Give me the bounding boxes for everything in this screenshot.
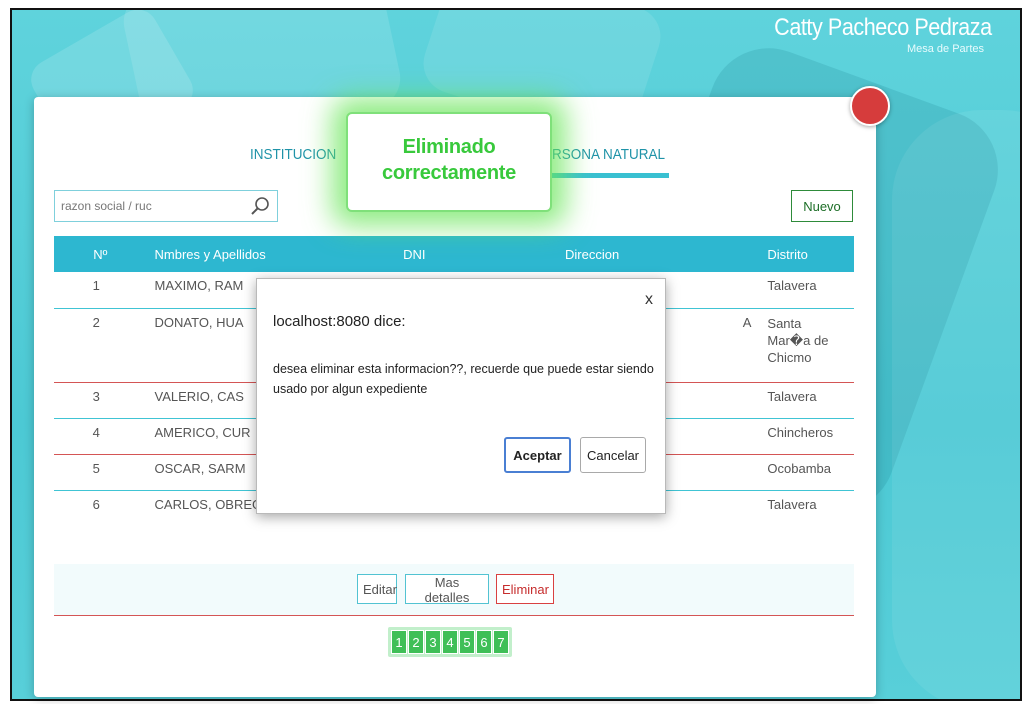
cell-number: 2 <box>54 308 147 383</box>
active-tab-indicator <box>539 173 669 178</box>
confirm-dialog: x localhost:8080 dice: desea eliminar es… <box>256 278 666 514</box>
column-header-name: Nmbres y Apellidos <box>146 236 396 272</box>
search-box <box>54 190 278 222</box>
close-icon[interactable]: x <box>645 291 653 309</box>
search-input[interactable] <box>55 191 245 221</box>
row-actions: Editar Mas detalles Eliminar <box>54 564 854 616</box>
page-button-5[interactable]: 5 <box>459 630 475 654</box>
new-button[interactable]: Nuevo <box>791 190 853 222</box>
column-header-dni: DNI <box>395 236 558 272</box>
page-button-6[interactable]: 6 <box>476 630 492 654</box>
cancel-button[interactable]: Cancelar <box>580 437 646 473</box>
cell-district: Talavera <box>759 272 854 309</box>
dialog-message: desea eliminar esta informacion??, recue… <box>273 362 654 396</box>
cell-district: Santa Mar�a de Chicmo <box>759 308 854 383</box>
cell-number: 6 <box>92 496 100 512</box>
toast-line-2: correctamente <box>382 162 516 184</box>
search-icon[interactable] <box>249 195 271 217</box>
page-button-2[interactable]: 2 <box>408 630 424 654</box>
dialog-title: localhost:8080 dice: <box>273 313 406 330</box>
cell-number: 1 <box>54 272 147 309</box>
page-button-1[interactable]: 1 <box>391 630 407 654</box>
close-panel-button[interactable] <box>850 86 890 126</box>
details-button[interactable]: Mas detalles <box>405 574 489 605</box>
success-toast: Eliminado correctamente <box>346 112 552 212</box>
user-role: Mesa de Partes <box>906 43 984 55</box>
cell-district: Talavera <box>759 382 854 419</box>
page-button-4[interactable]: 4 <box>442 630 458 654</box>
cell-district: Ocobamba <box>759 454 854 491</box>
column-header-number: Nº <box>54 236 147 272</box>
toast-line-1: Eliminado <box>402 136 496 158</box>
column-header-address: Direccion <box>557 236 760 272</box>
edit-button[interactable]: Editar <box>357 574 397 604</box>
accept-button[interactable]: Aceptar <box>504 437 571 473</box>
pagination: 1 2 3 4 5 6 7 <box>391 630 509 654</box>
cell-district: Talavera <box>767 496 817 512</box>
table-header: Nº Nmbres y Apellidos DNI Direccion Dist… <box>54 236 854 272</box>
column-header-district: Distrito <box>759 236 854 272</box>
cell-number: 5 <box>54 454 147 491</box>
delete-button[interactable]: Eliminar <box>496 574 554 604</box>
page-button-7[interactable]: 7 <box>493 630 509 654</box>
cell-number: 4 <box>54 418 147 455</box>
cell-number: 3 <box>54 382 147 419</box>
background-shape <box>892 110 1020 699</box>
page-button-3[interactable]: 3 <box>425 630 441 654</box>
tab-persona-natural[interactable]: PERSONA NATURAL <box>534 135 665 175</box>
tab-institucion[interactable]: INSTITUCION <box>250 135 336 175</box>
cell-district: Chincheros <box>759 418 854 455</box>
user-name: Catty Pacheco Pedraza <box>774 14 993 41</box>
